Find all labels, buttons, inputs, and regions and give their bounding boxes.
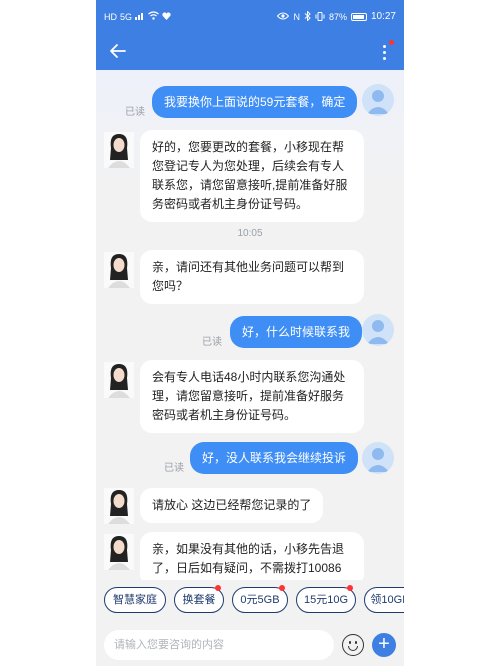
quick-reply-chip[interactable]: 领10GB [364,587,404,613]
arrow-left-icon [110,44,126,58]
status-right: N 87% 10:27 [277,10,396,23]
message-line: 亲，如果没有其他的话，小移先告退 [152,542,345,556]
app-header [96,34,404,70]
battery-percent: 87% [328,12,347,22]
phone-screen: HD 5G N 87% 10:27 已读 我要换你上面说的59元套餐，确定 好的… [96,0,404,666]
back-button[interactable] [108,41,132,63]
agent-message[interactable]: 好的，您要更改的套餐，小移现在帮 您登记专人为您处理，后续会有专人 联系您，请您… [140,130,364,222]
agent-avatar[interactable] [104,488,134,524]
5g-icon: 5G [120,11,133,22]
badge-dot [215,585,221,591]
notification-dot [389,40,394,45]
status-left: HD 5G [104,11,171,22]
message-text: 好，没人联系我会继续投诉 [202,451,347,465]
emoji-icon [349,641,351,644]
hd-icon: HD [104,11,117,22]
message-timestamp: 10:05 [237,228,263,239]
message-line: 请放心 这边已经帮您记录的了 [152,498,312,512]
plus-button[interactable]: + [372,633,396,657]
quick-reply-chip[interactable]: 15元10G [296,585,356,613]
more-dot [383,51,386,54]
agent-message[interactable]: 会有专人电话48小时内联系您沟通处 理，请您留意接听，提前准备好服务 密码或者机… [140,360,364,433]
message-line: 好的，您要更改的套餐，小移现在帮 [152,140,345,154]
message-text: 我要换你上面说的59元套餐，确定 [164,95,346,109]
emoji-mouth [348,646,358,651]
message-line: 联系您，请您留意接听,提前准备好服 [152,178,348,192]
message-input[interactable] [104,630,334,660]
message-line: 您登记专人为您处理，后续会有专人 [152,159,345,173]
user-avatar[interactable] [362,314,394,346]
quick-reply-chip[interactable]: 0元5GB [232,585,288,613]
chip-label: 15元10G [303,594,349,606]
vibrate-icon [315,11,325,23]
plus-icon: + [378,633,390,655]
user-message[interactable]: 好，什么时候联系我 [230,316,363,348]
emoji-button[interactable] [342,634,364,656]
message-line: 亲，请问还有其他业务问题可以帮到 [152,260,345,274]
read-label: 已读 [125,107,145,118]
wifi-icon [148,11,159,22]
bluetooth-icon [304,10,311,23]
agent-message[interactable]: 亲，请问还有其他业务问题可以帮到 您吗？ [140,250,364,304]
agent-avatar[interactable] [104,252,134,288]
agent-message[interactable]: 亲，如果没有其他的话，小移先告退 了，日后如有疑问，不需拨打10086 [140,532,364,586]
agent-message[interactable]: 请放心 这边已经帮您记录的了 [140,488,324,523]
agent-avatar-icon [108,134,130,168]
user-avatar[interactable] [362,442,394,474]
message-text: 好，什么时候联系我 [242,325,351,339]
signal-icon [135,11,145,22]
chip-label: 0元5GB [240,594,280,606]
heart-icon [162,11,171,22]
user-avatar-icon [367,320,389,344]
agent-avatar-icon [108,364,130,398]
nfc-icon: N [293,12,300,22]
read-label: 已读 [202,337,222,348]
agent-avatar[interactable] [104,132,134,168]
message-line: 理，请您留意接听，提前准备好服务 [152,389,345,403]
input-bar: + [96,622,404,666]
user-message[interactable]: 我要换你上面说的59元套餐，确定 [152,86,358,118]
emoji-eye [355,641,357,644]
chat-area[interactable]: 已读 我要换你上面说的59元套餐，确定 好的，您要更改的套餐，小移现在帮 您登记… [96,70,404,586]
chip-label: 智慧家庭 [113,594,157,606]
read-label: 已读 [164,463,184,474]
more-button[interactable] [378,40,394,63]
message-line: 务密码或者机主身份证号码。 [152,197,309,211]
agent-avatar-icon [108,490,130,524]
status-time: 10:27 [370,11,396,22]
status-bar: HD 5G N 87% 10:27 [96,0,404,34]
agent-avatar-icon [108,254,130,288]
quick-reply-chip[interactable]: 智慧家庭 [104,587,166,613]
battery-icon [350,13,367,21]
quick-reply-chip[interactable]: 换套餐 [174,585,224,613]
user-avatar-icon [367,448,389,472]
message-line: 您吗？ [152,279,189,293]
message-line: 了，日后如有疑问，不需拨打10086 [152,561,342,575]
agent-avatar[interactable] [104,534,134,570]
more-vertical-icon [383,45,386,48]
user-avatar[interactable] [362,84,394,116]
agent-avatar-icon [108,536,130,570]
chip-label: 领10GB [370,594,404,606]
user-message[interactable]: 好，没人联系我会继续投诉 [190,442,359,474]
user-avatar-icon [367,90,389,114]
eye-icon [277,12,290,22]
badge-dot [347,585,353,591]
more-dot [383,57,386,60]
message-line: 会有专人电话48小时内联系您沟通处 [152,370,346,384]
chip-label: 换套餐 [182,594,216,606]
message-line: 密码或者机主身份证号码。 [152,408,297,422]
badge-dot [279,585,285,591]
agent-avatar[interactable] [104,362,134,398]
quick-replies: 智慧家庭 换套餐 0元5GB 15元10G 领10GB [96,580,404,622]
